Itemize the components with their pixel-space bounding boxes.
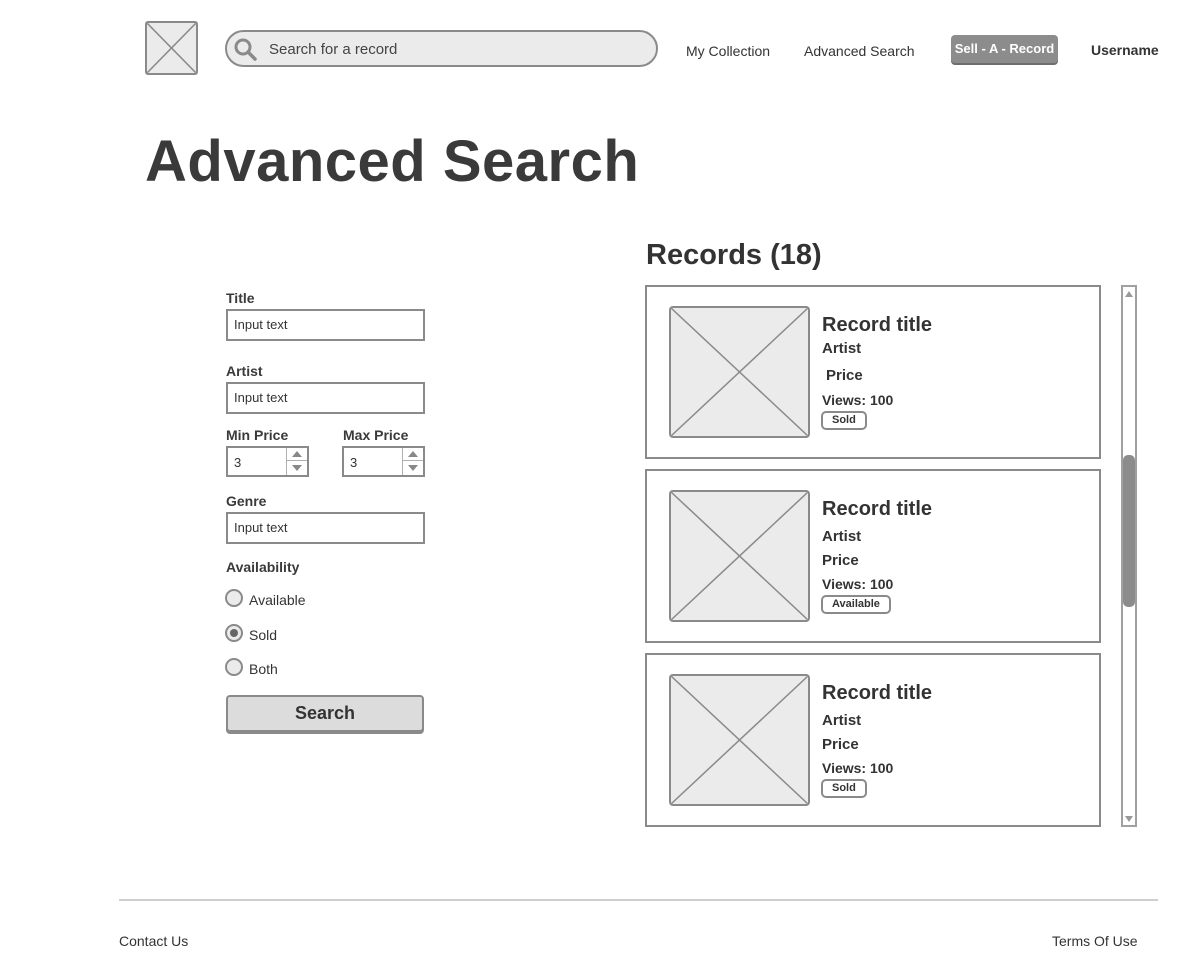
radio-sold-label: Sold <box>249 627 278 643</box>
record-artist: Artist <box>822 712 862 729</box>
records-heading: Records (18) <box>646 239 822 271</box>
logo-image-placeholder[interactable] <box>145 21 198 75</box>
max-price-stepper[interactable]: 3 <box>342 446 425 477</box>
availability-label: Availability <box>226 559 300 575</box>
record-card[interactable]: Record title Artist Price Views: 100 Ava… <box>645 469 1101 643</box>
stepper-down-icon[interactable] <box>403 461 423 474</box>
image-placeholder-icon <box>671 676 808 804</box>
genre-input[interactable]: Input text <box>226 512 425 544</box>
scrollbar-thumb[interactable] <box>1123 455 1135 607</box>
max-price-value: 3 <box>350 455 358 470</box>
sell-record-button[interactable]: Sell - A - Record <box>951 35 1058 63</box>
footer-contact-link[interactable]: Contact Us <box>119 933 188 949</box>
title-input[interactable]: Input text <box>226 309 425 341</box>
radio-both-label: Both <box>249 661 278 677</box>
page-title: Advanced Search <box>145 129 640 194</box>
status-badge: Sold <box>821 411 867 430</box>
status-badge: Sold <box>821 779 867 798</box>
max-price-label: Max Price <box>343 427 409 443</box>
image-placeholder-icon <box>671 492 808 620</box>
record-image-placeholder <box>669 674 810 806</box>
stepper-down-icon[interactable] <box>287 461 307 474</box>
min-price-stepper[interactable]: 3 <box>226 446 309 477</box>
record-artist: Artist <box>822 340 862 357</box>
record-price: Price <box>826 367 863 384</box>
min-price-label: Min Price <box>226 427 289 443</box>
search-icon <box>234 38 257 61</box>
record-views: Views: 100 <box>822 760 894 776</box>
radio-available[interactable] <box>225 589 243 607</box>
search-button[interactable]: Search <box>226 695 424 732</box>
record-title[interactable]: Record title <box>822 498 932 521</box>
stepper-up-icon[interactable] <box>403 448 423 461</box>
scroll-down-icon[interactable] <box>1123 812 1135 825</box>
record-price: Price <box>822 736 859 753</box>
record-card[interactable]: Record title Artist Price Views: 100 Sol… <box>645 285 1101 459</box>
radio-both[interactable] <box>225 658 243 676</box>
record-title[interactable]: Record title <box>822 314 932 337</box>
scroll-up-icon[interactable] <box>1123 287 1135 300</box>
footer-divider <box>119 899 1158 901</box>
record-views: Views: 100 <box>822 576 894 592</box>
nav-my-collection[interactable]: My Collection <box>686 43 770 59</box>
record-image-placeholder <box>669 306 810 438</box>
artist-input[interactable]: Input text <box>226 382 425 414</box>
title-label: Title <box>226 290 255 306</box>
nav-advanced-search[interactable]: Advanced Search <box>804 43 915 59</box>
records-scrollbar[interactable] <box>1121 285 1137 827</box>
min-price-value: 3 <box>234 455 242 470</box>
image-placeholder-icon <box>671 308 808 436</box>
search-placeholder: Search for a record <box>269 41 398 58</box>
stepper-up-icon[interactable] <box>287 448 307 461</box>
global-search-input[interactable]: Search for a record <box>225 30 658 67</box>
record-title[interactable]: Record title <box>822 682 932 705</box>
record-artist: Artist <box>822 528 862 545</box>
image-placeholder-icon <box>147 23 196 73</box>
record-views: Views: 100 <box>822 392 894 408</box>
username-link[interactable]: Username <box>1091 42 1159 58</box>
record-price: Price <box>822 552 859 569</box>
radio-sold[interactable] <box>225 624 243 642</box>
artist-label: Artist <box>226 363 263 379</box>
genre-label: Genre <box>226 493 267 509</box>
record-card[interactable]: Record title Artist Price Views: 100 Sol… <box>645 653 1101 827</box>
footer-terms-link[interactable]: Terms Of Use <box>1052 933 1138 949</box>
record-image-placeholder <box>669 490 810 622</box>
radio-available-label: Available <box>249 592 306 608</box>
status-badge: Available <box>821 595 891 614</box>
